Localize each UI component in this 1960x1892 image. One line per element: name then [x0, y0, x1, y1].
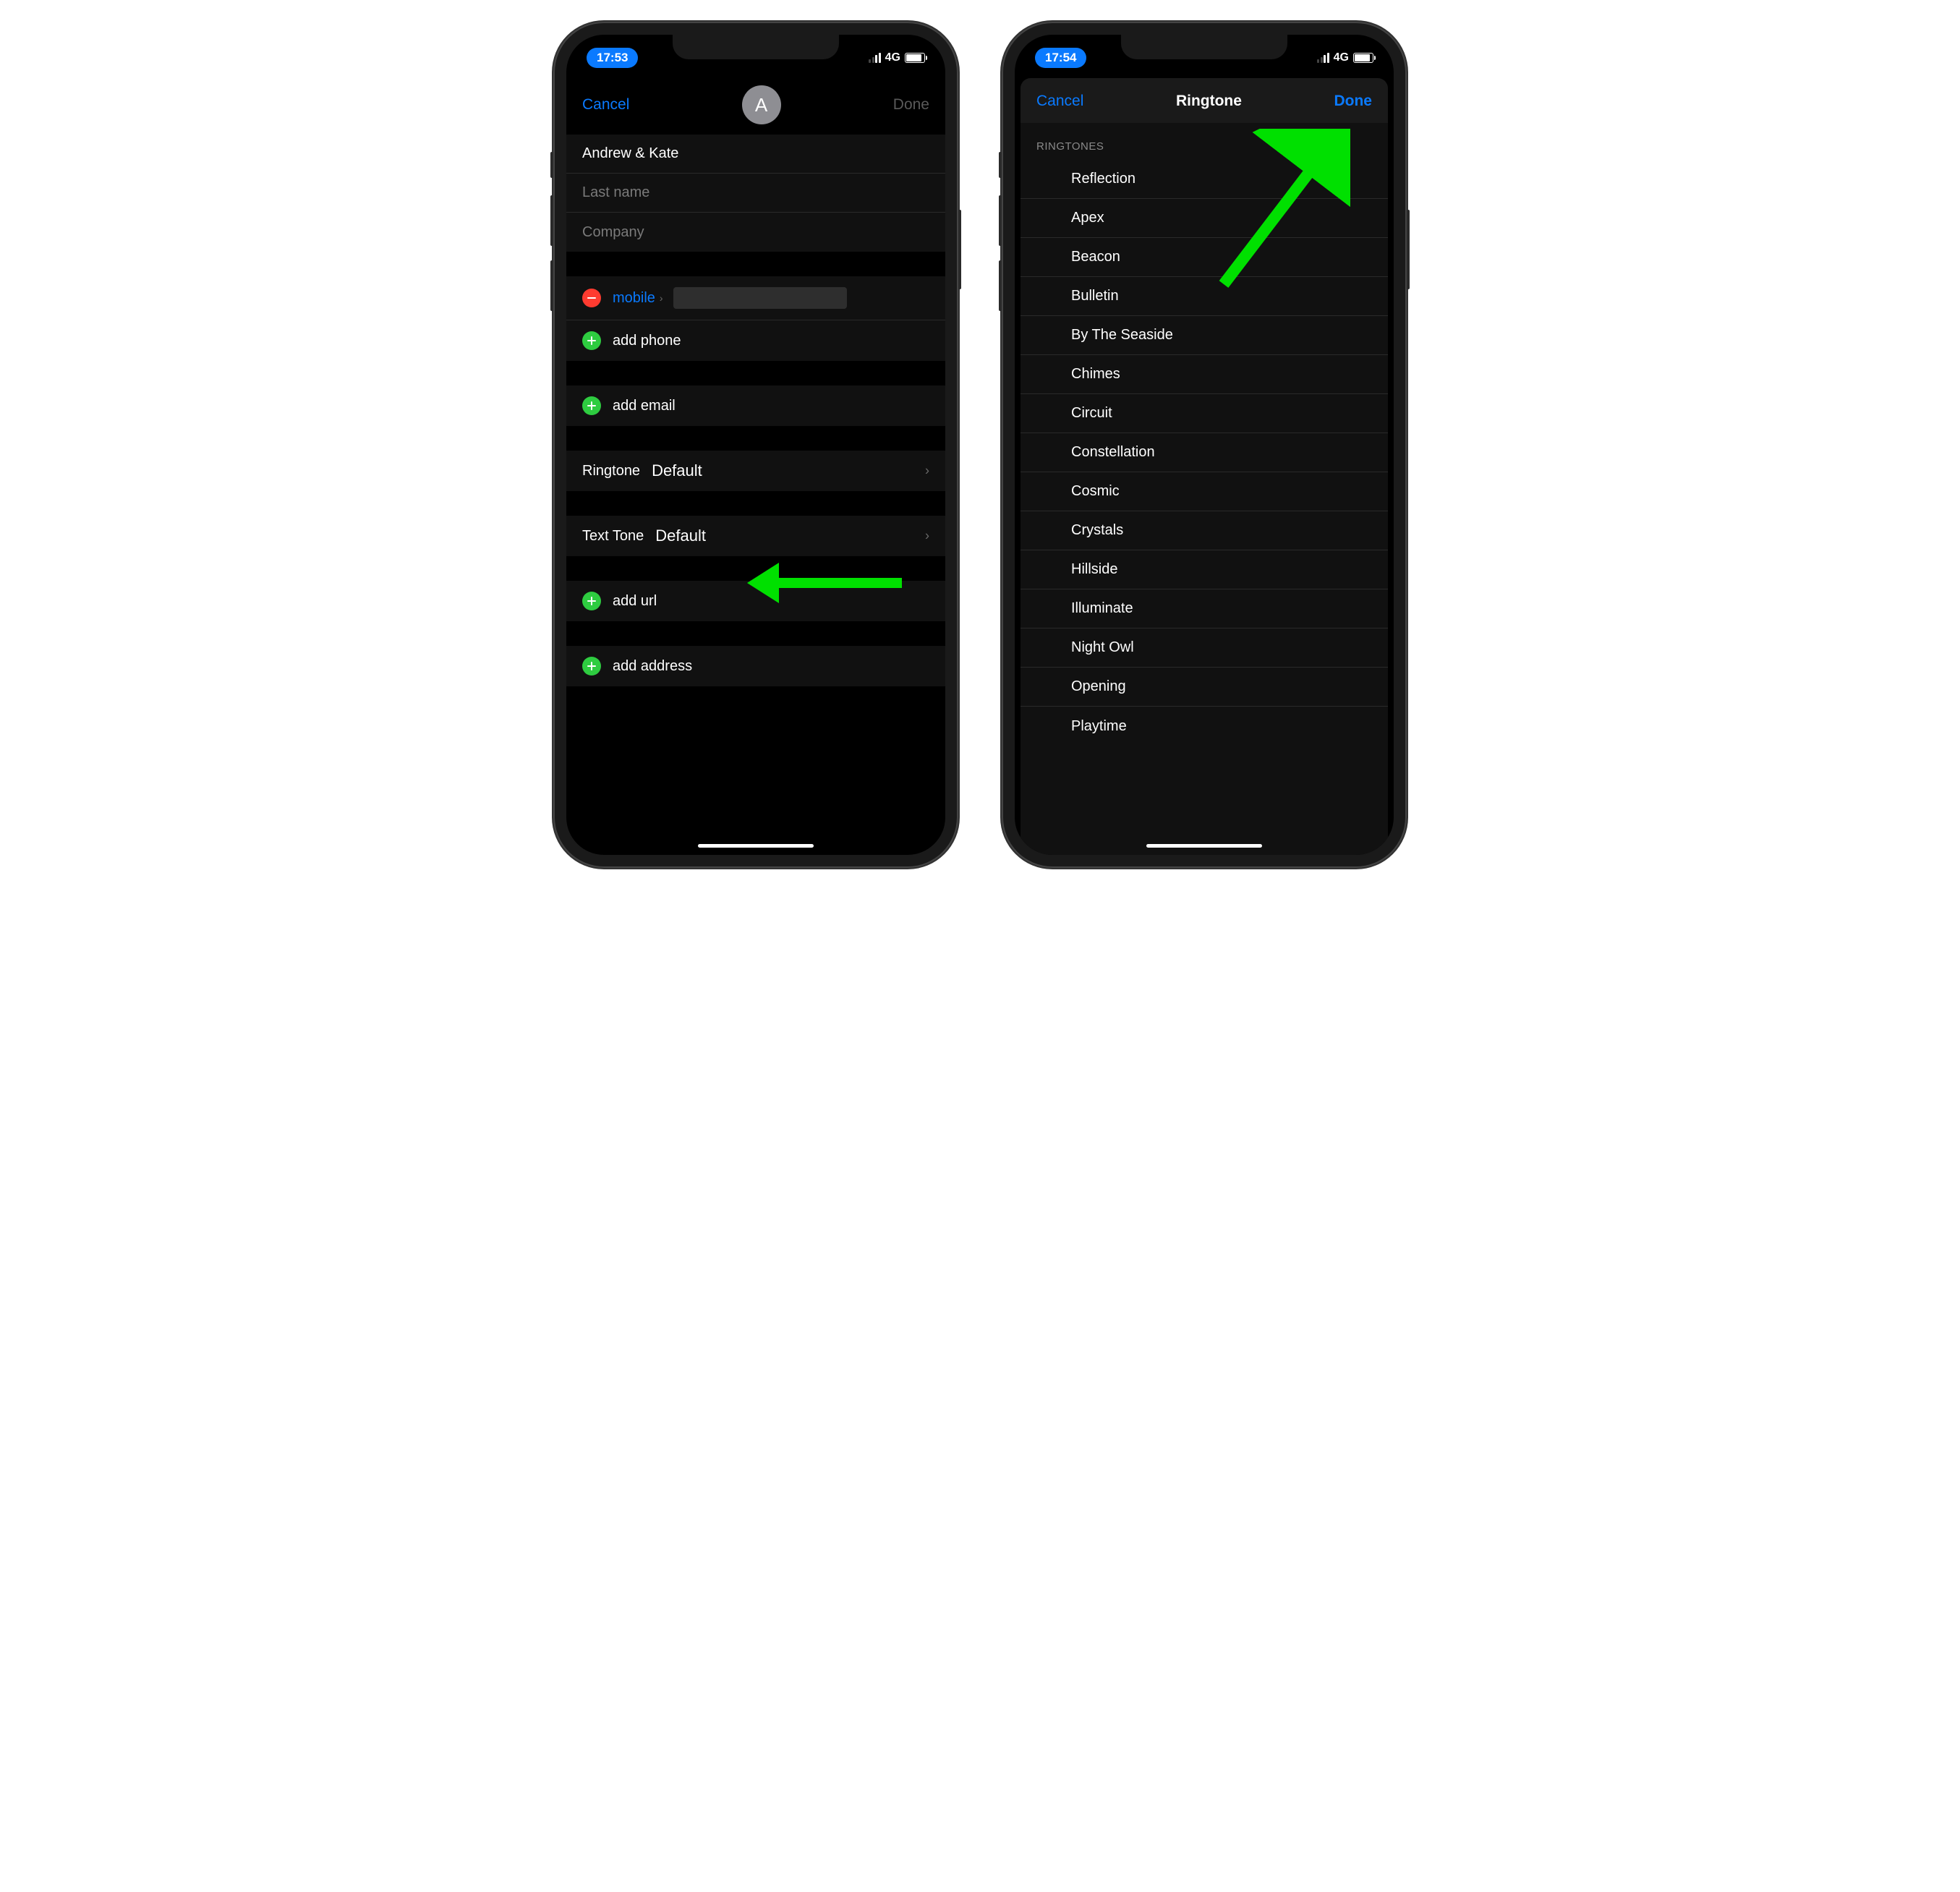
phone-frame-left: 17:53 4G Cancel A Done Andrew & Kate Las… — [553, 22, 958, 868]
add-address-row[interactable]: add address — [566, 646, 945, 686]
ringtone-option[interactable]: Chimes — [1021, 355, 1388, 394]
add-icon[interactable] — [582, 331, 601, 350]
remove-icon[interactable] — [582, 289, 601, 307]
battery-icon — [1353, 53, 1373, 63]
add-email-row[interactable]: add email — [566, 385, 945, 426]
cancel-button[interactable]: Cancel — [1036, 93, 1083, 110]
nav-bar: Cancel Ringtone Done — [1021, 78, 1388, 120]
done-button[interactable]: Done — [1334, 93, 1372, 110]
add-phone-row[interactable]: add phone — [566, 320, 945, 361]
ringtone-option[interactable]: Opening — [1021, 668, 1388, 707]
signal-icon — [869, 53, 881, 63]
battery-icon — [905, 53, 925, 63]
network-label: 4G — [885, 51, 900, 64]
notch — [673, 35, 839, 59]
nav-title: Ringtone — [1176, 93, 1242, 110]
phone-number-field[interactable] — [673, 287, 847, 309]
network-label: 4G — [1334, 51, 1349, 64]
ringtone-option[interactable]: Cosmic — [1021, 472, 1388, 511]
phone-type-picker[interactable]: mobile › — [613, 290, 663, 307]
notch — [1121, 35, 1287, 59]
status-time: 17:53 — [587, 48, 638, 68]
chevron-right-icon: › — [925, 464, 929, 479]
first-name-field[interactable]: Andrew & Kate — [566, 135, 945, 174]
status-time: 17:54 — [1035, 48, 1086, 68]
ringtone-option[interactable]: Night Owl — [1021, 628, 1388, 668]
annotation-arrow-ringtone — [747, 563, 902, 603]
text-tone-row[interactable]: Text Tone Default › — [566, 516, 945, 556]
phone-row[interactable]: mobile › — [566, 276, 945, 320]
signal-icon — [1317, 53, 1329, 63]
phone-frame-right: 17:54 4G Cancel Ringtone Done RINGTONES … — [1002, 22, 1407, 868]
ringtone-option[interactable]: Playtime — [1021, 707, 1388, 746]
add-icon[interactable] — [582, 592, 601, 610]
ringtone-option[interactable]: Constellation — [1021, 433, 1388, 472]
company-field[interactable]: Company — [566, 213, 945, 252]
ringtone-option[interactable]: Apex — [1021, 199, 1388, 238]
ringtone-option[interactable]: By The Seaside — [1021, 316, 1388, 355]
home-indicator[interactable] — [698, 844, 814, 848]
cancel-button[interactable]: Cancel — [582, 96, 629, 114]
ringtone-row[interactable]: Ringtone Default › — [566, 451, 945, 491]
home-indicator[interactable] — [1146, 844, 1262, 848]
done-button[interactable]: Done — [893, 96, 929, 114]
ringtone-option[interactable]: Beacon — [1021, 238, 1388, 277]
ringtone-option[interactable]: Crystals — [1021, 511, 1388, 550]
last-name-field[interactable]: Last name — [566, 174, 945, 213]
ringtone-option[interactable]: Reflection — [1021, 160, 1388, 199]
add-icon[interactable] — [582, 657, 601, 676]
nav-bar: Cancel A Done — [566, 71, 945, 135]
chevron-right-icon: › — [660, 292, 663, 304]
add-icon[interactable] — [582, 396, 601, 415]
contact-avatar[interactable]: A — [742, 85, 781, 124]
ringtone-option[interactable]: Circuit — [1021, 394, 1388, 433]
ringtones-section-header: RINGTONES — [1021, 123, 1388, 160]
chevron-right-icon: › — [925, 529, 929, 544]
ringtone-option[interactable]: Hillside — [1021, 550, 1388, 589]
ringtone-option[interactable]: Illuminate — [1021, 589, 1388, 628]
ringtone-option[interactable]: Bulletin — [1021, 277, 1388, 316]
